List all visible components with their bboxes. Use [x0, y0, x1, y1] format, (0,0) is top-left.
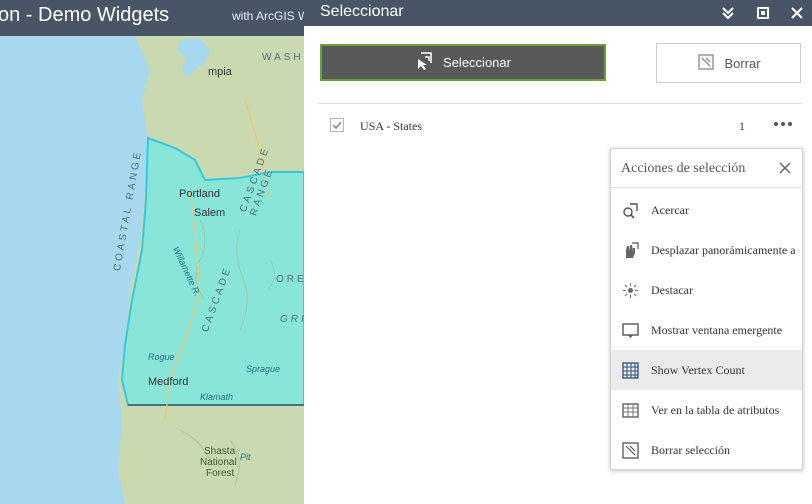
menu-item-label: Destacar: [651, 283, 693, 297]
region-label: WASHI: [262, 52, 304, 63]
city-label: Medford: [148, 376, 189, 388]
select-button[interactable]: Seleccionar: [320, 44, 606, 81]
select-button-label: Seleccionar: [443, 55, 511, 70]
select-tool-icon: [415, 51, 435, 74]
app-header: on - Demo Widgets with ArcGIS W: [0, 0, 304, 36]
flash-icon: [622, 282, 639, 299]
menu-item-view-in-table[interactable]: Ver en la tabla de atributos: [611, 390, 802, 430]
city-label: Portland: [179, 188, 220, 200]
region-label: Forest: [206, 468, 235, 479]
select-panel: Seleccionar Seleccionar Borrar USA - Sta…: [304, 0, 812, 504]
river-label: Sprague: [246, 364, 281, 374]
menu-item-label: Show Vertex Count: [651, 363, 745, 377]
vertex-grid-icon: [622, 362, 639, 379]
layer-selection-count: 1: [739, 119, 745, 133]
menu-item-label: Ver en la tabla de atributos: [651, 403, 780, 417]
menu-item-label: Desplazar panorámicamente a: [651, 243, 796, 257]
selection-actions-menu: Acciones de selección Acercar Desplazar …: [610, 148, 803, 470]
panel-title: Seleccionar: [320, 3, 404, 20]
app-subtitle: with ArcGIS W: [232, 9, 304, 23]
menu-item-flash[interactable]: Destacar: [611, 270, 802, 310]
maximize-icon[interactable]: [753, 3, 773, 23]
clear-selection-icon: [622, 442, 639, 459]
map-view[interactable]: mpia Portland Salem Medford WASHI ORE GR…: [0, 0, 304, 504]
city-label: Salem: [194, 207, 226, 219]
more-options-icon[interactable]: [772, 116, 794, 132]
river-label: Klamath: [200, 392, 234, 402]
close-icon[interactable]: [787, 3, 807, 23]
menu-item-show-vertex-count[interactable]: Show Vertex Count: [611, 350, 802, 390]
divider: [611, 187, 802, 188]
pan-to-icon: [622, 242, 639, 259]
region-label: National: [200, 457, 237, 468]
menu-title: Acciones de selección: [621, 161, 746, 176]
menu-item-label: Borrar selección: [651, 443, 730, 457]
divider: [318, 103, 802, 104]
river-label: Rogue: [148, 352, 175, 362]
zoom-to-icon: [622, 202, 639, 219]
menu-item-pan-to[interactable]: Desplazar panorámicamente a: [611, 230, 802, 270]
layer-checkbox[interactable]: [330, 118, 344, 132]
app-title: on - Demo Widgets: [0, 4, 170, 26]
region-label: GRI: [280, 314, 304, 325]
clear-button-label: Borrar: [724, 55, 761, 71]
menu-item-zoom-to[interactable]: Acercar: [611, 190, 802, 230]
menu-item-clear-selection[interactable]: Borrar selección: [611, 430, 802, 470]
collapse-icon[interactable]: [718, 3, 738, 23]
layer-row[interactable]: USA - States 1: [318, 112, 802, 140]
menu-item-label: Acercar: [651, 203, 689, 217]
river-label: Pit: [240, 452, 251, 462]
panel-header: Seleccionar: [304, 0, 812, 26]
region-label: Shasta: [204, 446, 236, 457]
region-label: ORE: [276, 274, 304, 285]
city-label: mpia: [208, 66, 232, 78]
layer-name: USA - States: [360, 119, 423, 133]
map-canvas: [0, 0, 304, 504]
clear-selection-icon: [696, 52, 716, 75]
popup-icon: [622, 322, 639, 339]
close-icon[interactable]: [778, 161, 792, 175]
table-icon: [622, 402, 639, 419]
menu-item-label: Mostrar ventana emergente: [651, 323, 783, 337]
menu-item-show-popup[interactable]: Mostrar ventana emergente: [611, 310, 802, 350]
clear-button[interactable]: Borrar: [656, 43, 801, 83]
